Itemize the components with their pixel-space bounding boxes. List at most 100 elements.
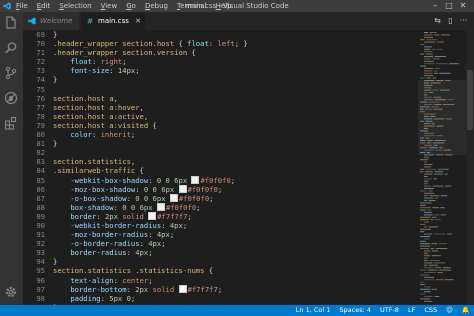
minimap-line xyxy=(440,207,445,209)
minimap-line xyxy=(424,200,428,201)
code-line[interactable]: 81} xyxy=(23,139,418,148)
encoding[interactable]: UTF-8 xyxy=(380,305,399,316)
code-text: -webkit-border-radius: 4px; xyxy=(70,220,188,230)
minimap-line xyxy=(424,188,434,189)
scrollbar-thumb[interactable] xyxy=(467,70,473,130)
code-line[interactable]: 74} xyxy=(23,75,418,84)
language-mode[interactable]: CSS xyxy=(424,305,437,316)
code-line[interactable]: 73 font-size: 14px; xyxy=(23,66,418,75)
minimap-line xyxy=(420,228,431,230)
minimap-line xyxy=(424,72,433,74)
notifications-bell-icon[interactable]: 🔔 xyxy=(462,305,470,316)
maximize-button[interactable]: □ xyxy=(442,0,456,12)
split-editor-icon[interactable]: ⇆ xyxy=(431,15,444,27)
code-line[interactable]: 77 section.host a:hover, xyxy=(23,103,418,112)
line-number: 76 xyxy=(36,93,45,103)
code-line[interactable]: 89 border: 2px solid #f7f7f7; xyxy=(23,211,418,221)
code-line[interactable]: 87 -o-box-shadow: 0 0 6px #f0f0f0; xyxy=(23,193,418,203)
code-line[interactable]: 90 -webkit-border-radius: 4px; xyxy=(23,221,418,230)
code-lines[interactable]: 69} 70 .header_wrapper section.host { floa… xyxy=(23,30,418,305)
code-line[interactable]: 80 color: inherit; xyxy=(23,130,418,139)
code-line[interactable]: 86 -moz-box-shadow: 0 0 6px #f0f0f0; xyxy=(23,184,418,194)
code-line[interactable]: 75 xyxy=(23,85,418,94)
code-line[interactable]: 98 padding: 5px 0; xyxy=(23,294,418,303)
line-number: 78 xyxy=(36,111,45,121)
minimap-line xyxy=(420,240,426,242)
code-line[interactable]: 71 .header_wrapper section.version { xyxy=(23,48,418,57)
split-editor-right-icon[interactable]: ▯ xyxy=(444,15,457,27)
minimap-line xyxy=(420,224,426,225)
minimap[interactable] xyxy=(418,30,466,305)
minimap-line xyxy=(424,221,429,223)
code-line[interactable]: 83 section.statistics, xyxy=(23,157,418,166)
minimap-line xyxy=(424,171,434,173)
code-line[interactable]: 93 border-radius: 4px; xyxy=(23,248,418,257)
vertical-scrollbar[interactable] xyxy=(466,30,474,305)
color-swatch[interactable] xyxy=(156,202,165,211)
minimap-line xyxy=(439,243,447,245)
code-line[interactable]: 91 -moz-border-radius: 4px; xyxy=(23,230,418,239)
close-tab-icon[interactable]: ✕ xyxy=(135,12,141,30)
minimap-line xyxy=(420,243,430,245)
end-of-line[interactable]: LF xyxy=(408,305,415,316)
code-line[interactable]: 78 section.host a:active, xyxy=(23,112,418,121)
indentation[interactable]: Spaces: 4 xyxy=(339,305,371,316)
code-line[interactable]: 76 section.host a, xyxy=(23,94,418,103)
color-swatch[interactable] xyxy=(178,184,187,193)
minimap-line xyxy=(420,231,425,233)
tab-main-css[interactable]: # main.css ✕ xyxy=(81,12,145,30)
line-number: 92 xyxy=(36,239,45,249)
close-window-button[interactable]: ✕ xyxy=(456,0,470,12)
code-line[interactable]: 69} xyxy=(23,30,418,39)
tab-welcome[interactable]: Welcome xyxy=(23,12,79,30)
code-line[interactable]: 92 -o-border-radius: 4px; xyxy=(23,239,418,248)
minimap-line xyxy=(428,200,436,201)
minimap-line xyxy=(431,243,438,245)
code-editor[interactable]: 69} 70 .header_wrapper section.host { floa… xyxy=(23,30,474,305)
cursor-position[interactable]: Ln 1, Col 1 xyxy=(296,305,331,316)
code-line[interactable]: 84 .similarweb-traffic { xyxy=(23,166,418,175)
code-line[interactable]: 85 -webkit-box-shadow: 0 0 6px #f0f0f0; xyxy=(23,175,418,185)
code-line[interactable]: 72 float: right; xyxy=(23,57,418,66)
window-controls: – □ ✕ xyxy=(428,0,470,12)
debug-icon[interactable] xyxy=(4,91,18,105)
code-line[interactable]: 96 text-align: center; xyxy=(23,276,418,285)
color-swatch[interactable] xyxy=(178,284,187,293)
line-number: 93 xyxy=(36,248,45,258)
minimap-line xyxy=(424,156,430,158)
minimap-line xyxy=(435,219,441,221)
minimap-line xyxy=(424,70,433,72)
minimap-line xyxy=(432,185,444,187)
code-line[interactable]: 79 section.host a:visited { xyxy=(23,121,418,130)
code-line[interactable]: 97 border-bottom: 2px solid #f7f7f7; xyxy=(23,284,418,294)
color-swatch[interactable] xyxy=(169,193,178,202)
minimap-line xyxy=(424,161,427,163)
code-line[interactable]: 88 box-shadow: 0 0 6px #f0f0f0; xyxy=(23,202,418,212)
code-line[interactable]: 95 section.statistics .statistics-nums { xyxy=(23,266,418,275)
extensions-icon[interactable] xyxy=(4,116,18,130)
code-line[interactable]: 94} xyxy=(23,257,418,266)
feedback-icon[interactable]: ☺ xyxy=(446,305,453,316)
minimap-slider[interactable] xyxy=(418,80,466,155)
code-text: border-bottom: 2px solid #f7f7f7; xyxy=(70,284,223,294)
files-icon[interactable] xyxy=(4,16,18,30)
source-control-icon[interactable] xyxy=(4,66,18,80)
minimap-line xyxy=(449,63,459,65)
code-line[interactable]: 82 xyxy=(23,148,418,157)
minimap-line xyxy=(420,293,425,295)
more-actions-icon[interactable]: ··· xyxy=(457,15,470,27)
search-icon[interactable] xyxy=(4,41,18,55)
color-swatch[interactable] xyxy=(148,211,157,220)
activity-bar xyxy=(0,12,23,305)
minimap-line xyxy=(420,288,430,290)
color-swatch[interactable] xyxy=(191,175,200,184)
minimap-line xyxy=(434,214,440,216)
settings-gear-icon[interactable] xyxy=(4,285,18,299)
minimap-line xyxy=(424,75,434,77)
code-line[interactable]: 70 .header_wrapper section.host { float: … xyxy=(23,39,418,48)
minimap-line xyxy=(437,272,443,273)
minimap-line xyxy=(431,48,436,50)
minimap-line xyxy=(432,77,437,79)
line-number: 97 xyxy=(36,284,45,294)
minimize-button[interactable]: – xyxy=(428,0,442,12)
